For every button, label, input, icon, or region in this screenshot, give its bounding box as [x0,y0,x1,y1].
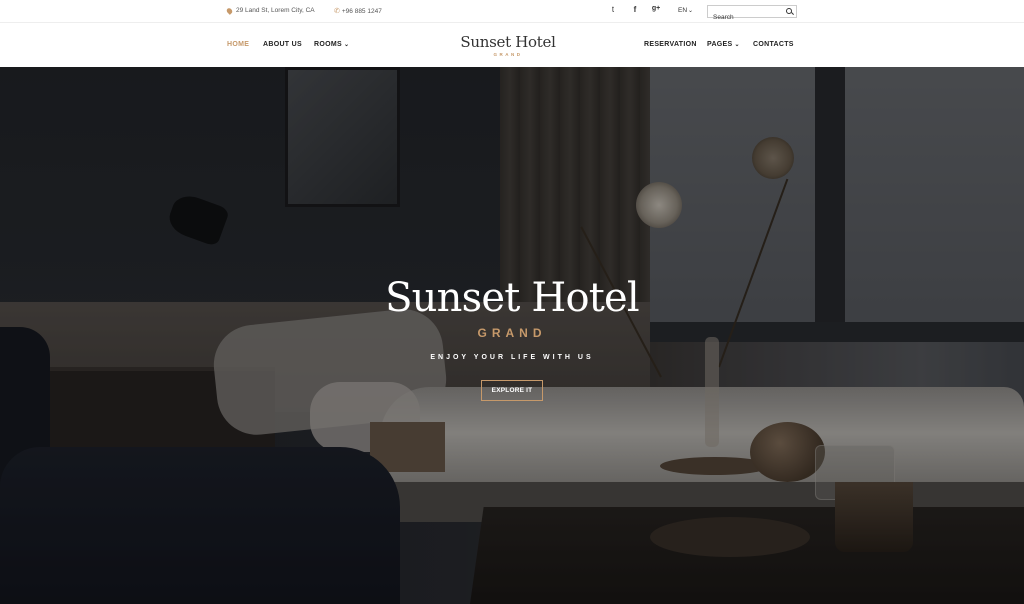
nav-reservation[interactable]: RESERVATION [644,41,697,48]
search-box [707,5,797,23]
facebook-icon[interactable]: f [629,5,641,14]
address-text: 29 Land St, Lorem City, CA [236,7,315,14]
address-info: 29 Land St, Lorem City, CA [225,6,315,15]
logo-subtitle: GRAND [493,52,523,57]
search-icon[interactable] [786,8,792,14]
phone-info: ✆ +96 885 1247 [334,7,382,16]
chevron-down-icon: ⌄ [734,42,740,48]
language-label: EN [678,7,688,14]
chevron-down-icon: ⌄ [343,42,350,48]
google-plus-icon[interactable]: g+ [650,5,662,12]
top-bar: 29 Land St, Lorem City, CA ✆ +96 885 124… [0,0,1024,23]
hero-section: Sunset Hotel GRAND ENJOY YOUR LIFE WITH … [0,67,1024,604]
nav-home[interactable]: HOME [227,41,249,48]
phone-text: +96 885 1247 [341,7,382,15]
nav-pages-label: PAGES [707,41,733,48]
hero-tagline: ENJOY YOUR LIFE WITH US [430,354,594,361]
chevron-down-icon: ⌄ [688,8,694,14]
logo-name: Sunset Hotel [460,33,556,51]
search-input[interactable] [708,12,778,23]
language-selector[interactable]: EN⌄ [678,7,693,14]
nav-about-us[interactable]: ABOUT US [263,41,302,48]
twitter-icon[interactable]: t [607,5,619,14]
nav-pages[interactable]: PAGES ⌄ [707,41,740,48]
nav-rooms-label: ROOMS [314,41,342,48]
site-logo[interactable]: Sunset Hotel GRAND [440,33,576,57]
phone-icon: ✆ [334,8,340,15]
hero-subtitle: GRAND [477,326,547,340]
location-pin-icon [225,6,234,15]
nav-rooms[interactable]: ROOMS ⌄ [314,41,349,48]
hero-title: Sunset Hotel [385,275,640,321]
main-nav: HOME ABOUT US ROOMS ⌄ Sunset Hotel GRAND … [0,23,1024,67]
nav-contacts[interactable]: CONTACTS [753,41,794,48]
explore-button[interactable]: EXPLORE IT [481,380,543,401]
